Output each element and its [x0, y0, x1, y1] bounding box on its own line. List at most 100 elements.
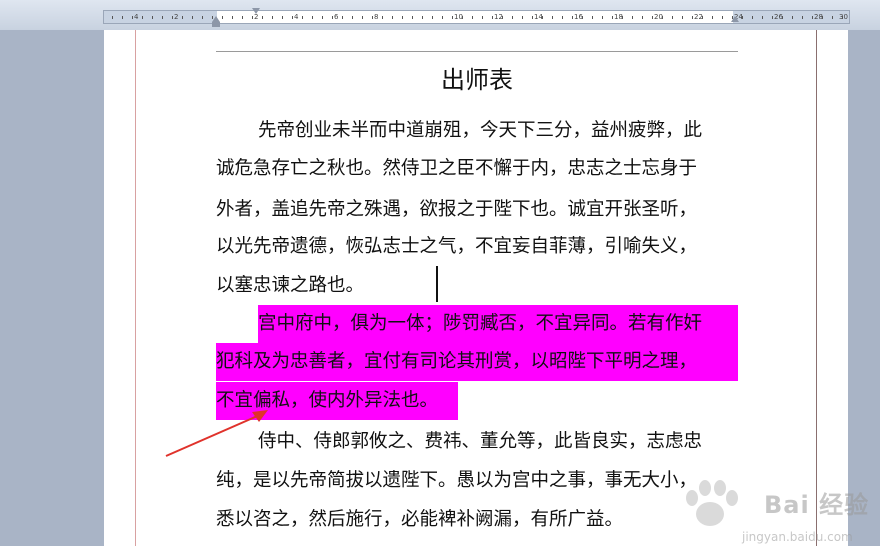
ruler-tick	[642, 16, 643, 19]
ruler-tick	[262, 16, 263, 19]
ruler-tick	[162, 16, 163, 19]
ruler-tick	[682, 16, 683, 19]
text-cursor	[436, 266, 438, 302]
ruler-tick	[762, 16, 763, 19]
ruler-tick	[272, 16, 273, 19]
highlighted-text[interactable]: 宫中府中，俱为一体；陟罚臧否，不宜异同。若有作奸	[258, 305, 738, 343]
right-indent-marker[interactable]	[731, 16, 739, 22]
first-line-indent-marker[interactable]	[252, 8, 260, 14]
ruler-tick	[182, 16, 183, 19]
ruler-tick	[402, 16, 403, 19]
page-right-boundary	[816, 30, 817, 546]
ruler-tick	[142, 16, 143, 19]
ruler-tick	[522, 16, 523, 19]
annotation-arrow-icon	[165, 410, 268, 457]
ruler-tick	[752, 16, 753, 19]
ruler-tick	[742, 16, 743, 19]
ruler-tick	[442, 16, 443, 19]
ruler-tick	[392, 16, 393, 19]
paragraph-line[interactable]: 纯，是以先帝简拔以遗陛下。愚以为宫中之事，事无大小，	[216, 468, 746, 494]
ruler-number: 2	[174, 13, 179, 21]
ruler-number: 8	[374, 13, 379, 21]
paragraph-line[interactable]: 侍中、侍郎郭攸之、费祎、董允等，此皆良实，志虑忠	[216, 429, 788, 455]
ruler-tick	[472, 16, 473, 19]
ruler-tick	[352, 16, 353, 19]
watermark-url: jingyan.baidu.com	[742, 530, 853, 544]
paragraph-line[interactable]: 诚危急存亡之秋也。然侍卫之臣不懈于内，忠志之士忘身于	[216, 156, 746, 182]
highlighted-text[interactable]: 犯科及为忠善者，宜付有司论其刑赏，以昭陛下平明之理，	[216, 343, 738, 381]
highlighted-line[interactable]: 宫中府中，俱为一体；陟罚臧否，不宜异同。若有作奸	[258, 305, 738, 343]
left-indent-marker[interactable]	[212, 22, 220, 27]
ruler-tick	[692, 16, 693, 19]
ruler-tick	[842, 16, 843, 19]
ruler-tick	[582, 16, 583, 19]
ruler-tick	[832, 16, 833, 19]
ruler-tick	[452, 16, 453, 19]
ruler-tick	[592, 16, 593, 19]
header-rule	[216, 51, 738, 52]
ruler-tick	[342, 16, 343, 19]
ruler-left-margin	[104, 11, 217, 23]
ruler-tick	[512, 16, 513, 19]
ruler-tick	[632, 16, 633, 19]
ruler-tick	[612, 16, 613, 19]
ruler-tick	[622, 16, 623, 19]
ruler-tick	[132, 16, 133, 19]
ruler-number: 4	[134, 13, 139, 21]
paragraph-line[interactable]: 以光先帝遗德，恢弘志士之气，不宜妄自菲薄，引喻失义，	[216, 234, 746, 260]
ruler-number: 4	[294, 13, 299, 21]
ruler-tick	[322, 16, 323, 19]
ruler-tick	[122, 16, 123, 19]
ruler-tick	[372, 16, 373, 19]
paragraph-line[interactable]: 以塞忠谏之路也。	[216, 273, 746, 299]
paragraph-line[interactable]: 先帝创业未半而中道崩殂，今天下三分，益州疲弊，此	[216, 118, 788, 144]
ruler-tick	[432, 16, 433, 19]
ruler-tick	[542, 16, 543, 19]
ruler-tick	[662, 16, 663, 19]
ruler-tick	[382, 16, 383, 19]
ruler-bar: 4 2 2 4 6 8 10 12 14 16 18 20 22 24 26 28 30	[0, 0, 880, 30]
ruler-tick	[292, 16, 293, 19]
ruler-tick	[702, 16, 703, 19]
ruler-tick	[782, 16, 783, 19]
ruler-tick	[822, 16, 823, 19]
ruler-tick	[772, 16, 773, 19]
ruler-tick	[112, 16, 113, 19]
ruler-tick	[722, 16, 723, 19]
paragraph-line[interactable]: 悉以咨之，然后施行，必能裨补阙漏，有所广益。	[216, 507, 746, 533]
ruler-tick	[252, 16, 253, 19]
highlighted-line[interactable]: 犯科及为忠善者，宜付有司论其刑赏，以昭陛下平明之理，	[216, 343, 738, 381]
ruler-tick	[362, 16, 363, 19]
ruler-tick	[482, 16, 483, 19]
ruler-tick	[572, 16, 573, 19]
watermark: Bai 经验 jingyan.baidu.com	[674, 476, 874, 546]
ruler-tick	[462, 16, 463, 19]
ruler-number: 6	[334, 13, 339, 21]
ruler-tick	[332, 16, 333, 19]
ruler-tick	[222, 16, 223, 19]
document-page[interactable]: 出师表 先帝创业未半而中道崩殂，今天下三分，益州疲弊，此 诚危急存亡之秋也。然侍…	[104, 30, 868, 546]
paragraph-line[interactable]: 外者，盖追先帝之殊遇，欲报之于陛下也。诚宜开张圣听，	[216, 197, 746, 223]
ruler-tick	[422, 16, 423, 19]
ruler-tick	[652, 16, 653, 19]
ruler-tick	[302, 16, 303, 19]
ruler-tick	[712, 16, 713, 19]
ruler-tick	[802, 16, 803, 19]
ruler-tick	[532, 16, 533, 19]
ruler-tick	[172, 16, 173, 19]
ruler-tick	[232, 16, 233, 19]
ruler-tick	[312, 16, 313, 19]
ruler-tick	[502, 16, 503, 19]
watermark-brand: Bai 经验	[764, 491, 870, 519]
ruler-tick	[282, 16, 283, 19]
ruler-tick	[672, 16, 673, 19]
ruler-tick	[242, 16, 243, 19]
ruler-tick	[192, 16, 193, 19]
ruler-tick	[152, 16, 153, 19]
ruler-tick	[792, 16, 793, 19]
ruler-tick	[812, 16, 813, 19]
document-title[interactable]: 出师表	[216, 65, 738, 95]
ruler-number: 30	[839, 13, 848, 21]
ruler-tick	[492, 16, 493, 19]
ruler-tick	[602, 16, 603, 19]
